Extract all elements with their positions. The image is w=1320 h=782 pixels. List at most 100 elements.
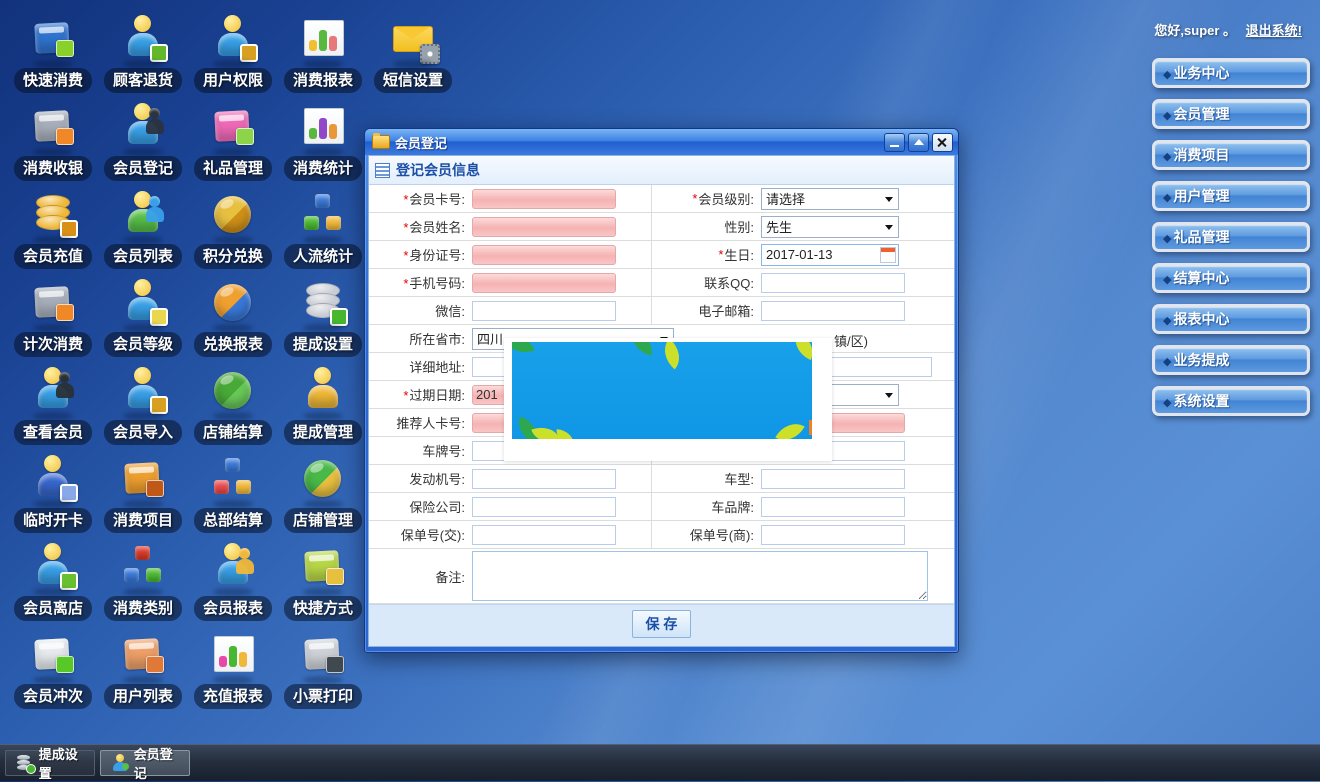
desktop-icon-label: 计次消费: [14, 332, 92, 357]
field-label-text: 生日:: [724, 245, 754, 264]
sidebar-item[interactable]: ◆礼品管理: [1152, 222, 1310, 252]
taskbar-item-commission-settings[interactable]: 提成设置: [5, 750, 95, 776]
sidebar-item[interactable]: ◆结算中心: [1152, 263, 1310, 293]
field-input[interactable]: [761, 301, 905, 321]
desktop-icon[interactable]: 总部结算: [188, 450, 278, 538]
person-icon: [117, 276, 169, 328]
sidebar-item[interactable]: ◆用户管理: [1152, 181, 1310, 211]
desktop-icon[interactable]: 会员报表: [188, 538, 278, 626]
desktop-icon[interactable]: 会员等级: [98, 274, 188, 362]
desktop-icon-label: 总部结算: [194, 508, 272, 533]
sidebar-item[interactable]: ◆业务中心: [1152, 58, 1310, 88]
desktop-icon[interactable]: 短信设置: [368, 10, 458, 98]
field-label: 性别:: [651, 213, 758, 240]
field-input[interactable]: [472, 525, 616, 545]
field-label-text: 会员级别:: [698, 189, 754, 208]
field-input[interactable]: [761, 525, 905, 545]
save-strip: 保 存: [369, 604, 954, 646]
desktop-icon-label: 积分兑换: [194, 244, 272, 269]
desktop-icon-label: 用户权限: [194, 68, 272, 93]
box-icon: [27, 100, 79, 152]
desktop-icon[interactable]: 积分兑换: [188, 186, 278, 274]
field-select[interactable]: 请选择: [761, 188, 899, 210]
field-label-text: 保单号(交):: [401, 528, 465, 543]
calendar-icon[interactable]: [880, 247, 896, 263]
desktop-icon[interactable]: 消费收银: [8, 98, 98, 186]
field-input[interactable]: [761, 273, 905, 293]
member-icon: [111, 754, 127, 772]
desktop-icon[interactable]: 消费报表: [278, 10, 368, 98]
field-label: 保单号(商):: [651, 521, 758, 548]
round-icon: [207, 188, 259, 240]
desktop-icon[interactable]: 会员列表: [98, 186, 188, 274]
field-input[interactable]: [472, 497, 616, 517]
desktop-icon[interactable]: 快速消费: [8, 10, 98, 98]
field-label: *会员卡号:: [369, 189, 469, 208]
desktop-icon-label: 查看会员: [14, 420, 92, 445]
field-input[interactable]: [472, 301, 616, 321]
desktop-icon[interactable]: 会员离店: [8, 538, 98, 626]
desktop-icon[interactable]: 计次消费: [8, 274, 98, 362]
desktop-icon[interactable]: 消费类别: [98, 538, 188, 626]
desktop-icon[interactable]: 兑换报表: [188, 274, 278, 362]
date-input[interactable]: 2017-01-13: [761, 244, 899, 266]
field-label-text: 过期日期:: [409, 388, 465, 403]
form-row: 备注:: [369, 549, 954, 604]
promo-banner: [504, 338, 832, 461]
desktop-icon[interactable]: 快捷方式: [278, 538, 368, 626]
field-label-text: 保险公司:: [409, 500, 465, 515]
desktop-icon[interactable]: 会员登记: [98, 98, 188, 186]
desktop-icon[interactable]: 用户权限: [188, 10, 278, 98]
field-select[interactable]: 先生: [761, 216, 899, 238]
desktop-icon[interactable]: 临时开卡: [8, 450, 98, 538]
field-input[interactable]: [761, 497, 905, 517]
save-button[interactable]: 保 存: [632, 610, 692, 638]
desktop-icon[interactable]: 小票打印: [278, 626, 368, 714]
maximize-button[interactable]: [908, 133, 929, 152]
desktop-icon[interactable]: 店铺管理: [278, 450, 368, 538]
field-label: 保单号(交):: [369, 525, 469, 544]
desktop-icon[interactable]: 顾客退货: [98, 10, 188, 98]
field-input[interactable]: [472, 189, 616, 209]
field-input[interactable]: [472, 245, 616, 265]
database-icon: [16, 754, 32, 772]
desktop-icon[interactable]: 会员导入: [98, 362, 188, 450]
field-label: 联系QQ:: [651, 269, 758, 296]
desktop-icon[interactable]: 礼品管理: [188, 98, 278, 186]
desktop-icon[interactable]: 提成设置: [278, 274, 368, 362]
user-bar: 您好,super 。 退出系统!: [1154, 20, 1302, 39]
sidebar-item[interactable]: ◆报表中心: [1152, 304, 1310, 334]
desktop-icon[interactable]: 消费统计: [278, 98, 368, 186]
person-icon: [207, 12, 259, 64]
form-row: *身份证号:*生日:2017-01-13: [369, 241, 954, 269]
sidebar-item[interactable]: ◆会员管理: [1152, 99, 1310, 129]
desktop-icon[interactable]: 会员冲次: [8, 626, 98, 714]
person-icon: [27, 540, 79, 592]
field-input[interactable]: [472, 469, 616, 489]
desktop-icon[interactable]: 店铺结算: [188, 362, 278, 450]
desktop-icon[interactable]: 查看会员: [8, 362, 98, 450]
desktop-icon-label: 店铺管理: [284, 508, 362, 533]
sidebar-item[interactable]: ◆消费项目: [1152, 140, 1310, 170]
desktop-icon[interactable]: 人流统计: [278, 186, 368, 274]
sidebar-item[interactable]: ◆系统设置: [1152, 386, 1310, 416]
desktop-icon[interactable]: 充值报表: [188, 626, 278, 714]
field-label-text: 发动机号:: [409, 472, 465, 487]
field-label-text: 会员姓名:: [409, 220, 465, 235]
desktop-icon[interactable]: 消费项目: [98, 450, 188, 538]
logout-link[interactable]: 退出系统!: [1246, 23, 1302, 38]
desktop-icon[interactable]: 会员充值: [8, 186, 98, 274]
remark-textarea[interactable]: [472, 551, 928, 601]
form-row: *手机号码:联系QQ:: [369, 269, 954, 297]
sidebar-item[interactable]: ◆业务提成: [1152, 345, 1310, 375]
desktop-icon[interactable]: 提成管理: [278, 362, 368, 450]
minimize-button[interactable]: [884, 133, 905, 152]
field-label: 所在省市:: [369, 329, 469, 348]
taskbar-item-member-registration[interactable]: 会员登记: [100, 750, 190, 776]
desktop-icon-label: 临时开卡: [14, 508, 92, 533]
field-input[interactable]: [761, 469, 905, 489]
field-input[interactable]: [472, 273, 616, 293]
desktop-icon[interactable]: 用户列表: [98, 626, 188, 714]
field-input[interactable]: [472, 217, 616, 237]
close-button[interactable]: [932, 133, 953, 152]
